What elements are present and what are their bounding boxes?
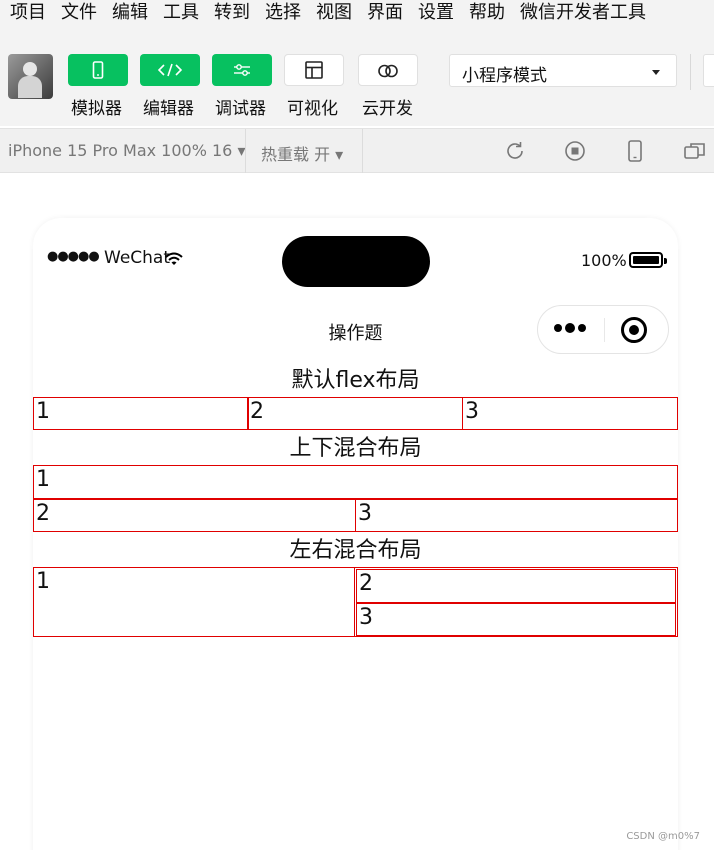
sliders-icon	[234, 64, 250, 76]
stop-icon[interactable]	[563, 139, 587, 163]
debugger-label: 调试器	[215, 99, 266, 119]
toolbar-overflow-button[interactable]	[703, 54, 714, 87]
flex-box-2: 2	[247, 397, 463, 430]
mode-select[interactable]: 小程序模式	[449, 54, 677, 87]
avatar[interactable]	[8, 54, 53, 99]
cloud-icon	[378, 64, 398, 78]
phone-icon	[92, 61, 104, 79]
horizontal-box-3: 3	[356, 603, 676, 636]
wifi-icon	[165, 252, 183, 265]
vertical-box-3: 3	[355, 499, 678, 532]
flex-box-1: 1	[33, 397, 249, 430]
visual-label: 可视化	[287, 99, 338, 119]
cloud-dev-label: 云开发	[362, 99, 413, 119]
divider	[362, 129, 363, 173]
menu-item-devtools[interactable]: 微信开发者工具	[520, 0, 646, 26]
menu-item-interface[interactable]: 界面	[367, 0, 403, 26]
refresh-icon[interactable]	[503, 139, 527, 163]
watermark: CSDN @m0%7	[626, 831, 700, 842]
menu-item-settings[interactable]: 设置	[418, 0, 454, 26]
visual-button[interactable]	[284, 54, 344, 86]
menu-item-select[interactable]: 选择	[265, 0, 301, 26]
menu-item-tools[interactable]: 工具	[163, 0, 199, 26]
flex-box-3: 3	[462, 397, 678, 430]
signal-icon: ●●●●●	[47, 249, 100, 264]
editor-label: 编辑器	[143, 99, 194, 119]
window-icon[interactable]	[683, 139, 707, 163]
divider	[245, 129, 246, 173]
vertical-box-2: 2	[33, 499, 356, 532]
device-select[interactable]: iPhone 15 Pro Max 100% 16 ▾	[8, 141, 245, 160]
menu-item-edit[interactable]: 编辑	[112, 0, 148, 26]
code-icon	[157, 63, 183, 77]
vertical-box-1: 1	[33, 465, 678, 499]
toolbar: 模拟器 编辑器 调试器 可视化 云开发 小程序模式	[0, 26, 714, 126]
cloud-dev-button[interactable]	[358, 54, 418, 86]
mode-select-value: 小程序模式	[462, 66, 547, 86]
caret-down-icon	[652, 70, 660, 75]
section-title-default-flex: 默认flex布局	[291, 368, 420, 393]
carrier-label: WeChat	[104, 248, 170, 268]
battery-percent: 100%	[581, 251, 627, 270]
section-title-vertical-mixed: 上下混合布局	[289, 436, 422, 461]
nav-bar: 操作题	[33, 303, 678, 355]
debugger-button[interactable]	[212, 54, 272, 86]
horizontal-box-2: 2	[356, 569, 676, 603]
editor-button[interactable]	[140, 54, 200, 86]
simulator-label: 模拟器	[71, 99, 122, 119]
flex-row: 1 2 3	[33, 397, 678, 431]
phone-simulator: ●●●●● WeChat 100% 操作题 默认flex布局 1 2 3 上下混…	[33, 218, 678, 850]
device-icon[interactable]	[623, 139, 647, 163]
menu-item-view[interactable]: 视图	[316, 0, 352, 26]
horizontal-right-column: 2 3	[354, 567, 678, 637]
menu-item-help[interactable]: 帮助	[469, 0, 505, 26]
horizontal-box-1: 1	[33, 567, 355, 637]
toolbar-divider	[690, 54, 691, 90]
capsule-menu	[537, 305, 669, 354]
vertical-mixed-layout: 1 2 3	[33, 465, 678, 533]
section-title-horizontal-mixed: 左右混合布局	[289, 538, 422, 563]
page-content: 默认flex布局 1 2 3 上下混合布局 1 2 3 左右混合布局 1 2 3	[33, 363, 678, 639]
hot-reload-toggle[interactable]: 热重载 开 ▾	[261, 141, 343, 165]
menu-item-goto[interactable]: 转到	[214, 0, 250, 26]
layout-icon	[305, 61, 323, 79]
battery-icon	[629, 252, 667, 268]
simulator-button[interactable]	[68, 54, 128, 86]
more-icon[interactable]	[554, 323, 589, 333]
menu-item-file[interactable]: 文件	[61, 0, 97, 26]
dynamic-island	[282, 236, 430, 287]
status-bar: ●●●●● WeChat 100%	[33, 218, 678, 298]
horizontal-mixed-layout: 1 2 3	[33, 567, 678, 639]
menu-bar: 项目 文件 编辑 工具 转到 选择 视图 界面 设置 帮助 微信开发者工具	[0, 0, 714, 26]
menu-item-project[interactable]: 项目	[10, 0, 46, 26]
device-bar: iPhone 15 Pro Max 100% 16 ▾ 热重载 开 ▾	[0, 128, 714, 173]
close-target-icon[interactable]	[621, 317, 647, 343]
capsule-divider	[604, 318, 605, 342]
